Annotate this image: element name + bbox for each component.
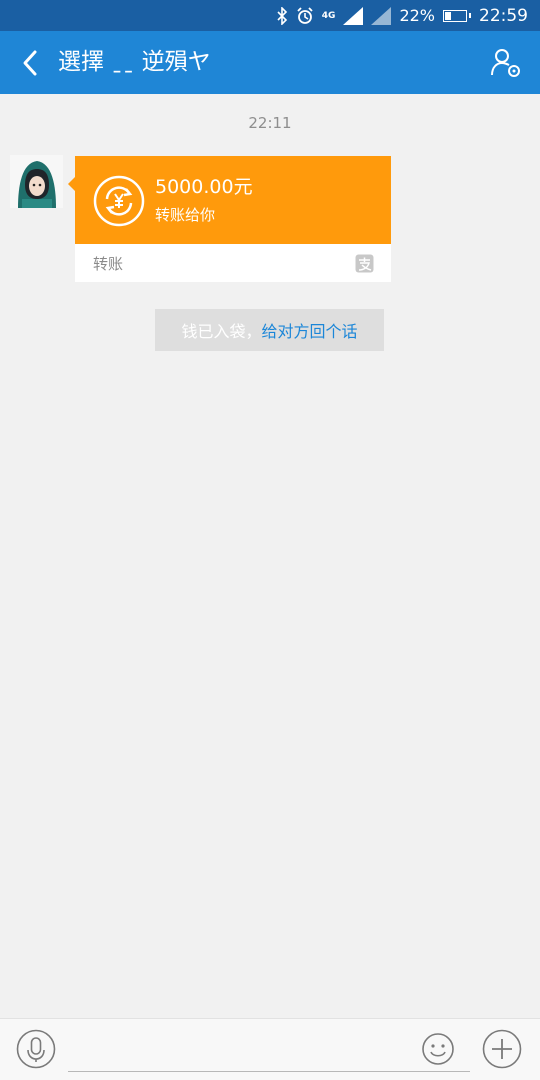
emoji-button[interactable] <box>420 1031 456 1067</box>
plus-icon <box>482 1029 522 1069</box>
back-button[interactable] <box>10 41 50 85</box>
user-settings-icon <box>491 49 520 77</box>
battery-icon <box>443 9 471 22</box>
signal-icon-secondary <box>371 6 392 25</box>
bluetooth-icon <box>276 6 288 25</box>
transfer-card-header: 5000.00元 转账给你 <box>75 156 391 244</box>
transfer-amount: 5000.00元 <box>155 176 253 198</box>
microphone-icon <box>16 1029 56 1069</box>
more-button[interactable] <box>482 1029 522 1069</box>
message-input[interactable] <box>68 1029 470 1072</box>
battery-percentage: 22% <box>399 6 435 25</box>
chevron-left-icon <box>23 50 37 76</box>
profile-settings-button[interactable] <box>488 45 524 81</box>
title-bar: 選擇 ˍˍ 逆殞ヤ <box>0 31 540 94</box>
transfer-card-footer: 转账 <box>75 244 391 282</box>
status-icons: 4G 22% 22:59 <box>276 0 528 31</box>
smile-icon <box>422 1033 454 1065</box>
alipay-icon <box>355 254 374 273</box>
message-timestamp: 22:11 <box>248 114 292 132</box>
avatar[interactable] <box>10 155 63 208</box>
currency-exchange-icon <box>93 175 145 227</box>
notice-text: 钱已入袋， <box>181 322 262 341</box>
status-bar: 4G 22% 22:59 <box>0 0 540 31</box>
clock: 22:59 <box>479 5 528 26</box>
page-title: 選擇 ˍˍ 逆殞ヤ <box>58 49 211 75</box>
reply-link[interactable]: 给对方回个话 <box>262 318 358 342</box>
received-notice: 钱已入袋， 给对方回个话 <box>155 309 384 351</box>
transfer-label: 转账 <box>93 255 124 273</box>
voice-button[interactable] <box>16 1029 56 1069</box>
signal-icon <box>343 6 364 25</box>
network-type: 4G <box>321 10 336 21</box>
transfer-card[interactable]: 5000.00元 转账给你 转账 <box>75 156 391 282</box>
input-bar <box>0 1018 540 1080</box>
transfer-description: 转账给你 <box>155 206 216 224</box>
alarm-icon <box>296 6 314 25</box>
